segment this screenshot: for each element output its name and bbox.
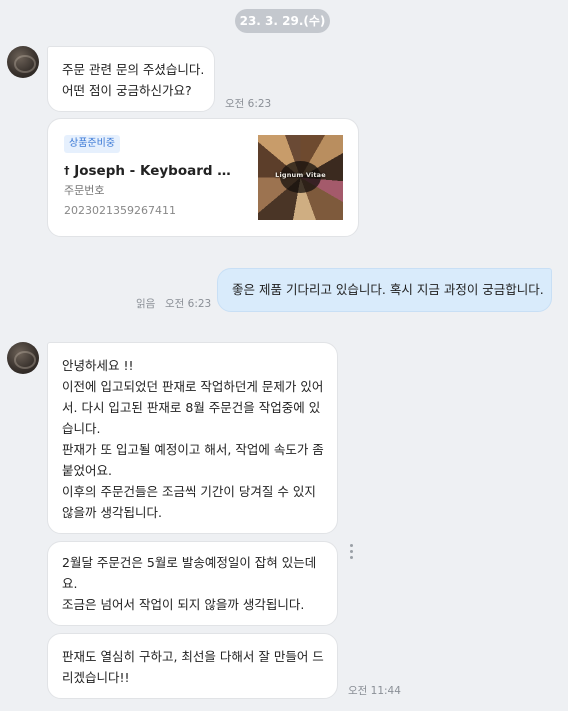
message-line: 서. 다시 입고된 판재로 8월 주문건을 작업중에 있 — [62, 400, 321, 415]
message-line: 안녕하세요 !! — [62, 358, 134, 373]
read-status: 읽음 — [136, 298, 156, 310]
dagger-icon: † — [64, 164, 70, 177]
order-card[interactable]: 상품준비중 † Joseph - Keyboard Pal... 주문번호 20… — [47, 118, 359, 237]
message-line: 어떤 점이 궁금하신가요? — [62, 83, 192, 98]
message-line: 주문 관련 문의 주셨습니다. — [62, 62, 205, 77]
seller-message-bubble: 판재도 열심히 구하고, 최선을 다해서 잘 만들어 드 리겠습니다!! — [47, 633, 338, 699]
thumbnail-label: Lignum Vitae — [275, 171, 326, 179]
order-number: 2023021359267411 — [64, 204, 176, 217]
product-title-text: Joseph - Keyboard Pal... — [74, 163, 234, 179]
message-line: 2월달 주문건은 5월로 발송예정일이 잡혀 있는데 — [62, 555, 317, 570]
user-message-bubble: 좋은 제품 기다리고 있습니다. 혹시 지금 과정이 궁금합니다. — [217, 268, 552, 312]
message-time: 오전 6:23 — [225, 98, 272, 110]
order-number-label: 주문번호 — [64, 184, 105, 197]
product-title[interactable]: † Joseph - Keyboard Pal... — [64, 161, 234, 181]
message-time: 오전 11:44 — [348, 685, 401, 697]
date-divider: 23. 3. 29.(수) — [235, 9, 330, 33]
seller-message-bubble: 안녕하세요 !! 이전에 입고되었던 판재로 작업하던게 문제가 있어 서. 다… — [47, 342, 338, 534]
message-line: 않을까 생각됩니다. — [62, 505, 162, 520]
message-line: 붙었어요. — [62, 463, 112, 478]
order-status-badge: 상품준비중 — [64, 135, 120, 153]
vertical-ellipsis-icon[interactable] — [347, 544, 355, 560]
message-line: 이전에 입고되었던 판재로 작업하던게 문제가 있어 — [62, 379, 324, 394]
message-line: 판재가 또 입고될 예정이고 해서, 작업에 속도가 좀 — [62, 442, 324, 457]
message-line: 습니다. — [62, 421, 101, 436]
seller-message-bubble: 주문 관련 문의 주셨습니다. 어떤 점이 궁금하신가요? — [47, 46, 215, 112]
message-line: 판재도 열심히 구하고, 최선을 다해서 잘 만들어 드 — [62, 649, 324, 664]
message-line: 리겠습니다!! — [62, 670, 130, 685]
message-line: 조금은 넘어서 작업이 되지 않을까 생각됩니다. — [62, 597, 305, 612]
seller-avatar[interactable] — [7, 342, 39, 374]
message-line: 이후의 주문건들은 조금씩 기간이 당겨질 수 있지 — [62, 484, 316, 499]
seller-message-bubble: 2월달 주문건은 5월로 발송예정일이 잡혀 있는데 요. 조금은 넘어서 작업… — [47, 541, 338, 626]
seller-avatar[interactable] — [7, 46, 39, 78]
product-thumbnail[interactable]: Lignum Vitae — [258, 135, 343, 220]
message-line: 요. — [62, 576, 78, 591]
message-time: 오전 6:23 — [165, 298, 212, 310]
